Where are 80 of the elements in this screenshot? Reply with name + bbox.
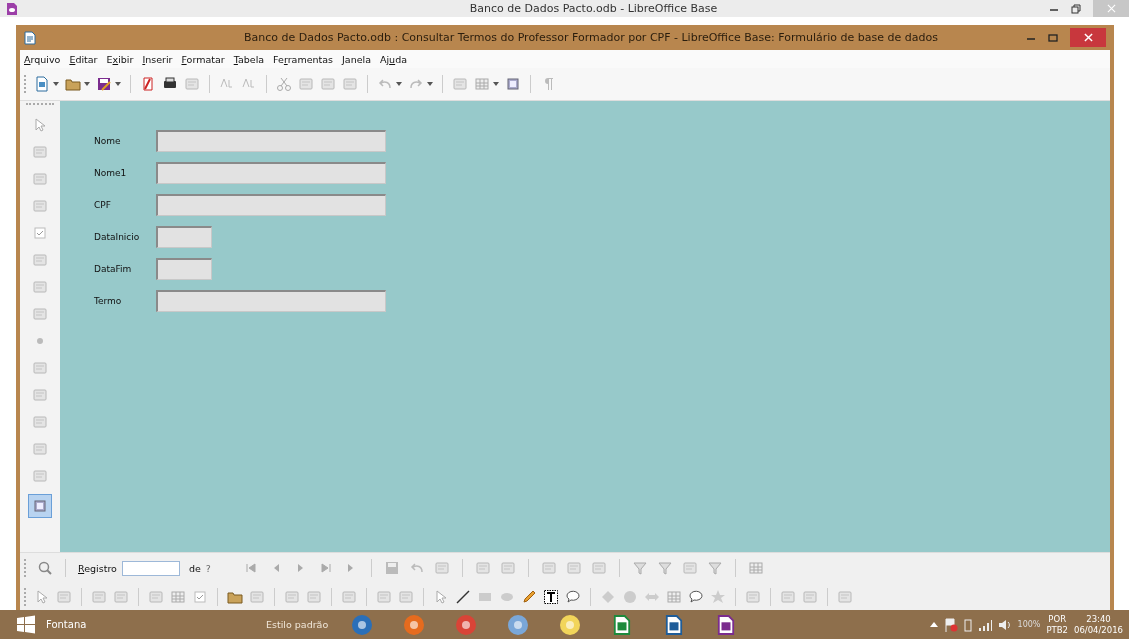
cursor-icon[interactable] bbox=[433, 588, 449, 605]
field-label: CPF bbox=[94, 200, 112, 210]
pencil-icon[interactable] bbox=[521, 588, 537, 605]
language-indicator[interactable]: POR bbox=[1048, 613, 1067, 625]
text-icon[interactable] bbox=[543, 588, 559, 605]
field-label: Termo bbox=[94, 296, 123, 306]
chevron-up-icon[interactable] bbox=[929, 622, 938, 627]
cut-icon[interactable] bbox=[276, 76, 292, 92]
dropdown-arrow-icon[interactable] bbox=[427, 82, 433, 86]
menu-item[interactable]: Exibir bbox=[106, 53, 134, 65]
dropdown-arrow-icon[interactable] bbox=[53, 82, 59, 86]
diamond-icon[interactable] bbox=[600, 588, 616, 605]
data-source-icon[interactable] bbox=[747, 560, 764, 576]
menu-item[interactable]: Ferramentas bbox=[273, 53, 333, 65]
text-field[interactable] bbox=[156, 226, 212, 248]
dropdown-arrow-icon[interactable] bbox=[84, 82, 90, 86]
battery-icon[interactable] bbox=[963, 617, 972, 632]
zoom-text: 100% bbox=[1017, 620, 1041, 629]
close-button[interactable] bbox=[1070, 28, 1106, 47]
window-title: Banco de Dados Pacto.odb : Consultar Termos do Professor Formador por CPF - LibreOffice Base: Formulário de base de dados bbox=[243, 31, 939, 44]
text-field[interactable] bbox=[156, 290, 386, 312]
text-field[interactable] bbox=[156, 162, 386, 184]
record-field[interactable] bbox=[121, 560, 180, 576]
reset-filter-icon[interactable] bbox=[706, 560, 723, 576]
status-text: Fontana bbox=[46, 619, 88, 630]
speaker-icon[interactable] bbox=[997, 617, 1012, 632]
database-icon bbox=[6, 1, 18, 16]
menu-item[interactable]: Ajuda bbox=[379, 53, 407, 65]
save-icon[interactable] bbox=[96, 76, 112, 92]
dropdown-arrow-icon[interactable] bbox=[396, 82, 402, 86]
cursor-icon[interactable] bbox=[32, 117, 48, 133]
speech-bubble-icon[interactable] bbox=[565, 588, 581, 605]
star-icon[interactable] bbox=[710, 588, 726, 605]
field-label: Nome bbox=[94, 136, 122, 146]
document-icon[interactable] bbox=[34, 76, 50, 92]
menu-item[interactable]: Arquivo bbox=[24, 53, 61, 65]
field-label: DataInicio bbox=[94, 232, 141, 242]
status-text: Estilo padrão bbox=[266, 619, 330, 630]
text-field[interactable] bbox=[156, 130, 386, 152]
maximize-icon[interactable] bbox=[1048, 32, 1058, 43]
of-label: de bbox=[188, 562, 201, 574]
menu-item[interactable]: Editar bbox=[69, 53, 98, 65]
grid-icon[interactable] bbox=[666, 588, 682, 605]
signal-icon[interactable] bbox=[977, 617, 992, 632]
dropdown-arrow-icon[interactable] bbox=[493, 82, 499, 86]
flag-icon[interactable] bbox=[943, 617, 958, 632]
autofilter-icon[interactable] bbox=[631, 560, 648, 576]
toolbar-grip[interactable] bbox=[24, 75, 28, 93]
toolbar-grip[interactable] bbox=[26, 103, 54, 107]
folder-icon[interactable] bbox=[65, 76, 81, 92]
apply-filter-icon[interactable] bbox=[656, 560, 673, 576]
close-button[interactable] bbox=[1093, 0, 1129, 17]
menu-item[interactable]: Inserir bbox=[142, 53, 173, 65]
record-label: Registro bbox=[78, 562, 117, 574]
table-icon[interactable] bbox=[170, 588, 186, 605]
restore-icon[interactable] bbox=[1071, 3, 1081, 14]
dropdown-arrow-icon[interactable] bbox=[115, 82, 121, 86]
text-field[interactable] bbox=[156, 258, 212, 280]
window-title: Banco de Dados Pacto.odb - LibreOffice Base bbox=[468, 2, 719, 15]
checkbox-icon[interactable] bbox=[32, 225, 48, 241]
menu-item[interactable]: Tabela bbox=[233, 53, 265, 65]
field-label: DataFim bbox=[94, 264, 133, 274]
windows-logo-icon[interactable] bbox=[16, 614, 36, 635]
cursor-icon[interactable] bbox=[34, 588, 50, 605]
text-field[interactable] bbox=[156, 194, 386, 216]
checkbox-icon[interactable] bbox=[192, 588, 208, 605]
close-icon[interactable] bbox=[1083, 33, 1093, 42]
clock-time[interactable]: 23:40 bbox=[1086, 613, 1111, 625]
search-icon[interactable] bbox=[37, 560, 53, 576]
field-label: Nome1 bbox=[94, 168, 128, 178]
document-icon bbox=[24, 30, 36, 45]
clock-date[interactable]: 06/04/2016 bbox=[1074, 624, 1123, 636]
menu-item[interactable]: Janela bbox=[342, 53, 371, 65]
menu-item[interactable]: Formatar bbox=[181, 53, 225, 65]
callout-icon[interactable] bbox=[688, 588, 704, 605]
keyboard-layout[interactable]: PTB2 bbox=[1046, 624, 1068, 636]
pdf-icon[interactable] bbox=[140, 76, 156, 92]
line-icon[interactable] bbox=[455, 588, 471, 605]
save-record-icon[interactable] bbox=[383, 560, 400, 576]
record-count: ? bbox=[205, 562, 211, 574]
